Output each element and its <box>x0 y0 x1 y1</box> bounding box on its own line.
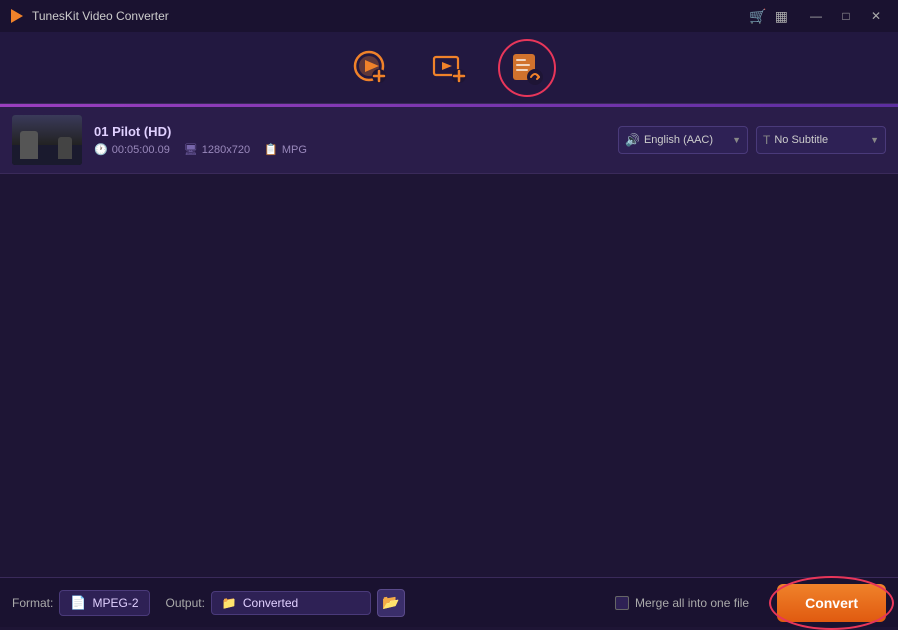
resolution-icon: 🖥 <box>184 143 198 156</box>
app-title: TunesKit Video Converter <box>32 9 743 23</box>
subtitle-dropdown-icon: T <box>763 133 770 147</box>
title-bar: TunesKit Video Converter 🛒 ▦ — □ ✕ <box>0 0 898 32</box>
file-row: 01 Pilot (HD) 🕐 00:05:00.09 🖥 1280x720 📋… <box>0 107 898 174</box>
cart-icon[interactable]: 🛒 <box>749 8 766 25</box>
file-format: MPG <box>282 144 307 156</box>
audio-dropdown-label: English (AAC) <box>644 134 713 146</box>
convert-icon <box>508 49 546 87</box>
file-meta: 🕐 00:05:00.09 🖥 1280x720 📋 MPG <box>94 143 606 156</box>
tab-convert[interactable] <box>504 45 550 91</box>
merge-checkbox[interactable] <box>615 596 629 610</box>
window-controls: — □ ✕ <box>802 6 890 26</box>
toolbar <box>0 32 898 104</box>
format-file-icon: 📄 <box>70 595 86 611</box>
title-extra-icons: 🛒 ▦ <box>749 8 788 25</box>
duration-item: 🕐 00:05:00.09 <box>94 143 170 156</box>
status-bar: Format: 📄 MPEG-2 Output: 📁 Converted 📂 M… <box>0 577 898 627</box>
convert-button-label: Convert <box>805 595 858 611</box>
format-item: 📋 MPG <box>264 143 307 156</box>
audio-dropdown[interactable]: 🔊 English (AAC) ▼ <box>618 126 748 154</box>
subtitle-dropdown[interactable]: T No Subtitle ▼ <box>756 126 886 154</box>
file-resolution: 1280x720 <box>202 144 250 156</box>
clock-icon: 🕐 <box>94 143 108 156</box>
tab-add-video[interactable] <box>348 45 394 91</box>
merge-section: Merge all into one file <box>615 596 749 610</box>
output-label: Output: <box>166 596 205 610</box>
file-duration: 00:05:00.09 <box>112 144 170 156</box>
output-value: Converted <box>243 596 298 610</box>
add-video-icon-wrap <box>348 45 394 91</box>
convert-icon-wrap <box>504 45 550 91</box>
close-button[interactable]: ✕ <box>862 6 890 26</box>
format-label: Format: <box>12 596 53 610</box>
browse-folder-icon: 📂 <box>382 594 399 611</box>
audio-dropdown-arrow: ▼ <box>732 135 741 145</box>
output-value-box: 📁 Converted <box>211 591 371 615</box>
content-area: 01 Pilot (HD) 🕐 00:05:00.09 🖥 1280x720 📋… <box>0 107 898 577</box>
convert-btn-container: Convert <box>777 584 886 622</box>
audio-dropdown-icon: 🔊 <box>625 133 640 147</box>
add-bluray-icon-wrap <box>426 45 472 91</box>
minimize-button[interactable]: — <box>802 6 830 26</box>
format-value: MPEG-2 <box>93 596 139 610</box>
format-icon: 📋 <box>264 143 278 156</box>
output-section: Output: 📁 Converted 📂 <box>166 589 405 617</box>
file-info: 01 Pilot (HD) 🕐 00:05:00.09 🖥 1280x720 📋… <box>94 124 606 156</box>
browse-folder-button[interactable]: 📂 <box>377 589 405 617</box>
merge-label: Merge all into one file <box>635 596 749 610</box>
subtitle-dropdown-label: No Subtitle <box>774 134 828 146</box>
resolution-item: 🖥 1280x720 <box>184 143 250 156</box>
file-name: 01 Pilot (HD) <box>94 124 606 139</box>
convert-button[interactable]: Convert <box>777 584 886 622</box>
thumbnail-scene <box>12 115 82 165</box>
add-bluray-icon <box>430 49 468 87</box>
maximize-button[interactable]: □ <box>832 6 860 26</box>
app-logo-icon <box>8 7 26 25</box>
file-thumbnail <box>12 115 82 165</box>
add-video-icon <box>352 49 390 87</box>
grid-icon[interactable]: ▦ <box>775 8 788 25</box>
format-section: Format: 📄 MPEG-2 <box>12 590 150 616</box>
subtitle-dropdown-arrow: ▼ <box>870 135 879 145</box>
output-folder-icon: 📁 <box>222 596 237 610</box>
file-controls: 🔊 English (AAC) ▼ T No Subtitle ▼ <box>618 126 886 154</box>
format-value-box: 📄 MPEG-2 <box>59 590 149 616</box>
tab-add-bluray[interactable] <box>426 45 472 91</box>
